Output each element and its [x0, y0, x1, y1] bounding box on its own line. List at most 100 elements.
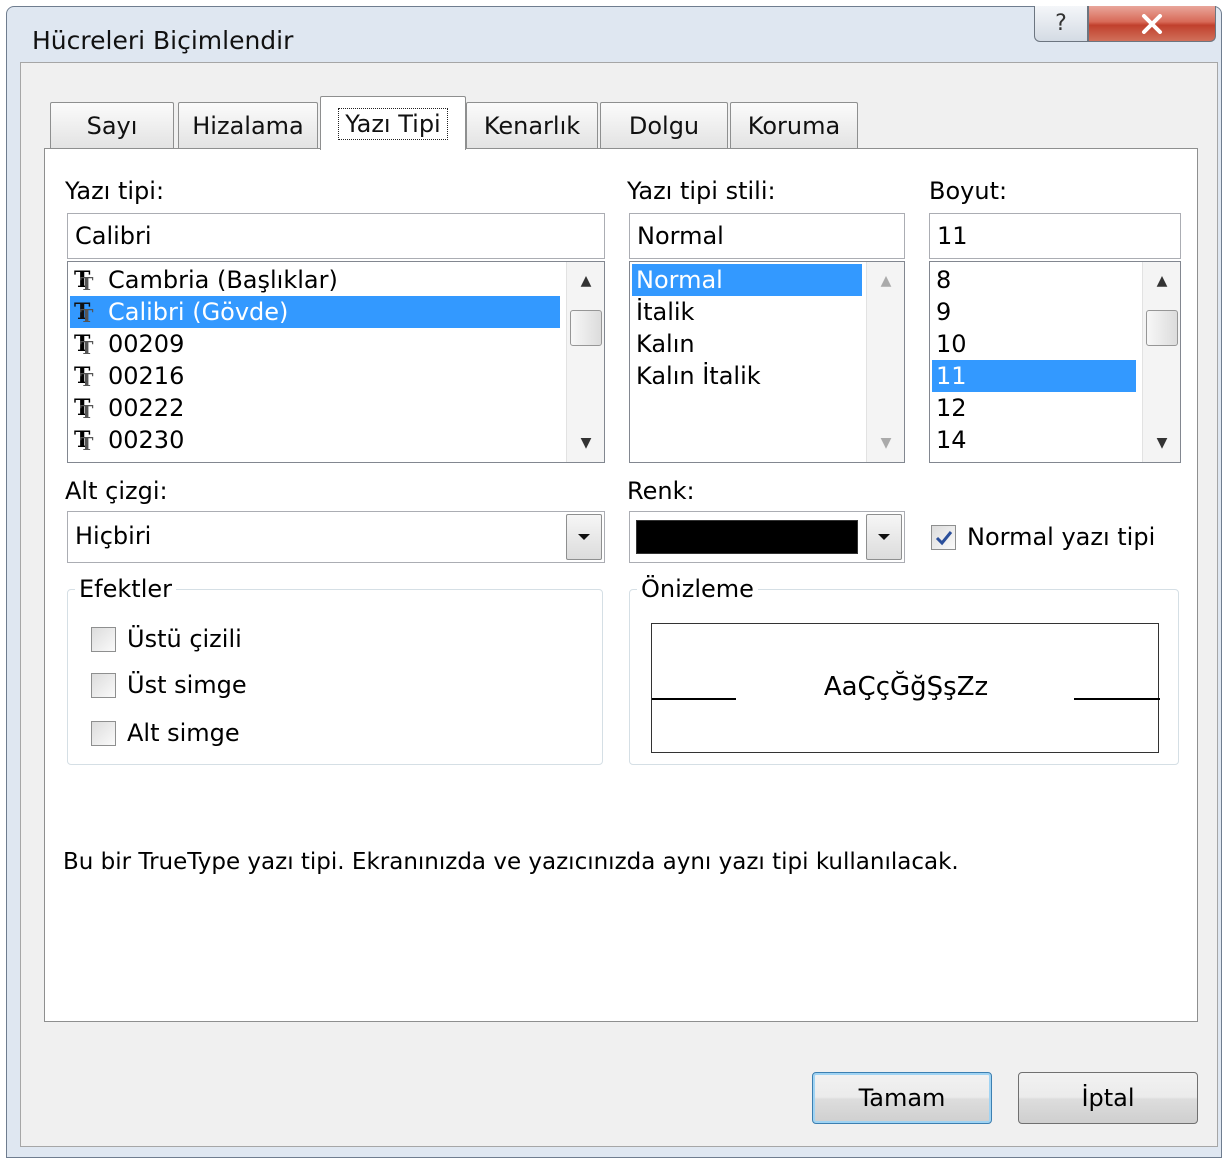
list-item-label: Kalın [636, 330, 695, 358]
truetype-font-icon: TT [74, 299, 94, 327]
list-item[interactable]: 11 [932, 360, 1136, 392]
superscript-checkbox[interactable] [91, 673, 116, 698]
truetype-font-icon: TT [74, 395, 94, 423]
window-title: Hücreleri Biçimlendir [32, 26, 294, 55]
cancel-button[interactable]: İptal [1018, 1072, 1198, 1124]
truetype-font-icon: TT [74, 267, 94, 295]
list-item[interactable]: T T Cambria (Başlıklar) [70, 264, 560, 296]
list-item[interactable]: T T 00209 [70, 328, 560, 360]
list-item-label: 10 [936, 330, 967, 358]
scroll-thumb[interactable] [1146, 310, 1178, 346]
list-item[interactable]: Normal [632, 264, 862, 296]
check-icon [935, 530, 952, 545]
list-item[interactable]: T T Calibri (Gövde) [70, 296, 560, 328]
scroll-up-arrow-icon[interactable]: ▲ [867, 264, 904, 298]
font-style-label: Yazı tipi stili: [627, 177, 776, 205]
list-item-label: 00209 [108, 330, 185, 358]
scroll-down-arrow-icon[interactable]: ▼ [867, 426, 904, 460]
list-item-label: Calibri (Gövde) [108, 298, 289, 326]
scroll-thumb[interactable] [570, 310, 602, 346]
subscript-checkbox[interactable] [91, 721, 116, 746]
tab-label: Kenarlık [483, 111, 581, 140]
truetype-font-icon: TT [74, 363, 94, 391]
strikethrough-label[interactable]: Üstü çizili [127, 625, 242, 653]
underline-value: Hiçbiri [75, 522, 152, 550]
list-item[interactable]: 12 [932, 392, 1136, 424]
preview-sample-text: AaÇçĞğŞşZz [823, 672, 989, 702]
help-button[interactable]: ? [1034, 6, 1088, 42]
tab-label: Hizalama [192, 111, 304, 140]
list-item[interactable]: 10 [932, 328, 1136, 360]
color-swatch [636, 520, 858, 554]
list-item-label: 14 [936, 426, 967, 454]
superscript-label[interactable]: Üst simge [127, 671, 247, 699]
list-item-label: 9 [936, 298, 952, 326]
list-item[interactable]: 14 [932, 424, 1136, 456]
font-list-scrollbar[interactable]: ▲ ▼ [566, 262, 604, 462]
tab-yazi-tipi[interactable]: Yazı Tipi [320, 96, 466, 150]
list-item-label: Kalın İtalik [636, 362, 761, 390]
close-button[interactable] [1088, 6, 1216, 42]
ok-button[interactable]: Tamam [812, 1072, 992, 1124]
list-item-label: 00216 [108, 362, 185, 390]
font-style-scrollbar[interactable]: ▲ ▼ [866, 262, 904, 462]
chevron-down-icon [578, 534, 590, 540]
normal-font-checkbox[interactable] [931, 525, 956, 550]
effects-title: Efektler [75, 575, 176, 603]
tab-label: Sayı [86, 111, 138, 140]
font-style-input[interactable]: Normal [629, 213, 905, 259]
preview-box: AaÇçĞğŞşZz [651, 623, 1160, 753]
tab-label: Koruma [747, 111, 841, 140]
scroll-up-arrow-icon[interactable]: ▲ [567, 264, 604, 298]
truetype-font-icon: TT [74, 427, 94, 455]
font-style-list[interactable]: Normal İtalik Kalın Kalın İtalik ▲ ▼ [629, 261, 905, 463]
color-label: Renk: [627, 477, 695, 505]
close-icon [1142, 13, 1162, 34]
list-item-label: Cambria (Başlıklar) [108, 266, 338, 294]
list-item[interactable]: T T 00222 [70, 392, 560, 424]
underline-dropdown-button[interactable] [566, 514, 602, 560]
chevron-down-icon [878, 534, 890, 540]
truetype-font-icon: TT [74, 331, 94, 359]
help-icon: ? [1055, 11, 1067, 36]
list-item-label: 12 [936, 394, 967, 422]
list-item[interactable]: T T 00230 [70, 424, 560, 456]
tab-dolgu[interactable]: Dolgu [600, 102, 728, 148]
normal-font-label[interactable]: Normal yazı tipi [967, 523, 1155, 551]
tab-label: Yazı Tipi [338, 107, 448, 140]
preview-title: Önizleme [637, 575, 758, 603]
list-item[interactable]: T T 00216 [70, 360, 560, 392]
size-list-scrollbar[interactable]: ▲ ▼ [1142, 262, 1180, 462]
list-item[interactable]: 9 [932, 296, 1136, 328]
subscript-label[interactable]: Alt simge [127, 719, 240, 747]
size-input[interactable]: 11 [929, 213, 1181, 259]
size-list[interactable]: 8 9 10 11 12 14 ▲ ▼ [929, 261, 1181, 463]
scroll-up-arrow-icon[interactable]: ▲ [1143, 264, 1180, 298]
tab-panel-font: Yazı tipi: Calibri T T Cambria (Başlıklar)… [44, 148, 1198, 1022]
tab-kenarlik[interactable]: Kenarlık [466, 102, 598, 148]
tab-sayi[interactable]: Sayı [50, 102, 174, 148]
list-item[interactable]: Kalın İtalik [632, 360, 862, 392]
color-dropdown-button[interactable] [866, 514, 902, 560]
underline-label: Alt çizgi: [65, 477, 168, 505]
scroll-down-arrow-icon[interactable]: ▼ [567, 426, 604, 460]
underline-select[interactable]: Hiçbiri [67, 511, 605, 563]
list-item[interactable]: İtalik [632, 296, 862, 328]
tab-label: Dolgu [628, 111, 700, 140]
font-list[interactable]: T T Cambria (Başlıklar) T T Calibri (Gövde) T T… [67, 261, 605, 463]
list-item-label: 00230 [108, 426, 185, 454]
scroll-down-arrow-icon[interactable]: ▼ [1143, 426, 1180, 460]
strikethrough-checkbox[interactable] [91, 627, 116, 652]
list-item-label: Normal [636, 266, 723, 294]
list-item-label: 8 [936, 266, 952, 294]
tab-hizalama[interactable]: Hizalama [178, 102, 318, 148]
size-label: Boyut: [929, 177, 1008, 205]
list-item-label: İtalik [636, 298, 695, 326]
tab-koruma[interactable]: Koruma [730, 102, 858, 148]
list-item-label: 00222 [108, 394, 185, 422]
font-name-input[interactable]: Calibri [67, 213, 605, 259]
list-item[interactable]: 8 [932, 264, 1136, 296]
list-item[interactable]: Kalın [632, 328, 862, 360]
color-picker[interactable] [629, 511, 905, 563]
truetype-info-text: Bu bir TrueType yazı tipi. Ekranınızda v… [63, 849, 959, 875]
